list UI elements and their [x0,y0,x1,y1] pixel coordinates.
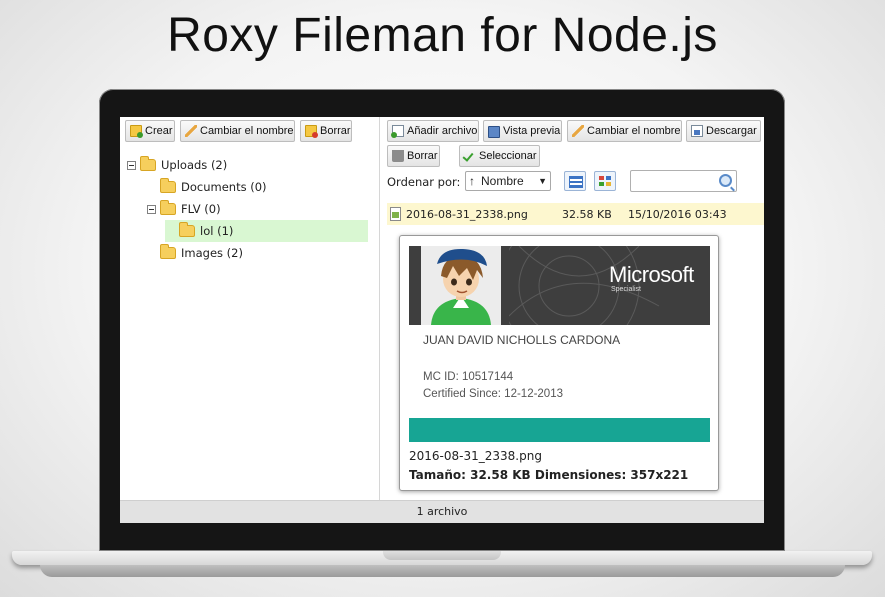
select-button[interactable]: Seleccionar [459,145,540,167]
add-file-button[interactable]: Añadir archivo [387,120,479,142]
laptop-base-shadow [40,565,845,577]
file-name: 2016-08-31_2338.png [406,207,528,221]
download-label: Descargar [706,125,757,137]
search-icon[interactable] [719,174,732,187]
file-size: 32.58 KB [562,207,612,221]
certificate-banner: Microsoft Specialist [409,246,710,325]
pencil-icon [185,125,197,137]
sort-label: Ordenar por: [387,175,461,189]
download-icon [691,125,703,137]
tree-item-label: FLV (0) [181,202,221,216]
collapse-icon[interactable] [147,204,156,214]
tree-item-label: Documents (0) [181,180,267,194]
status-bar: 1 archivo [120,500,764,523]
thumbnail-view-button[interactable] [594,171,616,191]
tree-item-label: Uploads (2) [161,158,228,172]
file-pane: Añadir archivo Vista previa Cambiar el n… [381,117,764,500]
folder-icon [140,156,156,171]
preview-file-info: Tamaño: 32.58 KB Dimensiones: 357x221 [409,468,689,482]
file-preview-tooltip: Microsoft Specialist JUAN DAVID NICHOLLS… [399,235,719,491]
certificate-brand-sub: Specialist [611,286,641,293]
trash-icon [392,150,404,162]
folder-icon [160,200,176,215]
preview-button[interactable]: Vista previa [483,120,562,142]
create-folder-label: Crear [145,125,173,137]
certificate-since: Certified Since: 12-12-2013 [423,388,563,400]
image-file-icon [390,207,401,221]
collapse-icon[interactable] [127,160,136,170]
preview-image: Microsoft Specialist JUAN DAVID NICHOLLS… [409,246,710,446]
check-icon [464,150,476,162]
file-date: 15/10/2016 03:43 [628,207,727,221]
sort-direction-icon: ↑ [469,174,475,188]
folder-icon [160,244,176,259]
certificate-id: MC ID: 10517144 [423,371,514,383]
delete-folder-label: Borrar [320,125,351,137]
avatar [421,246,501,325]
delete-folder-button[interactable]: Borrar [300,120,352,142]
rename-folder-button[interactable]: Cambiar el nombre [180,120,295,142]
folder-icon [179,222,195,237]
tree-item-documents[interactable]: Documents (0) [160,176,267,198]
file-row[interactable]: 2016-08-31_2338.png 32.58 KB 15/10/2016 … [387,203,764,225]
preview-file-name: 2016-08-31_2338.png [409,449,542,463]
file-add-icon [391,125,404,138]
laptop-notch [383,551,501,560]
rename-folder-label: Cambiar el nombre [200,125,294,137]
add-file-label: Añadir archivo [407,125,478,137]
delete-file-button[interactable]: Borrar [387,145,440,167]
file-manager-window: Crear Cambiar el nombre Borrar Uploads (… [120,117,764,523]
tree-item-uploads[interactable]: Uploads (2) [127,154,227,176]
dropdown-arrow-icon: ▼ [538,176,547,186]
search-input[interactable] [630,170,737,192]
folder-delete-icon [305,125,318,138]
download-button[interactable]: Descargar [686,120,761,142]
tree-item-flv[interactable]: FLV (0) [147,198,221,220]
rename-file-button[interactable]: Cambiar el nombre [567,120,682,142]
certificate-footer-bar [409,418,710,442]
rename-file-label: Cambiar el nombre [587,125,681,137]
monitor-icon [488,125,500,138]
tree-item-label: lol (1) [200,224,234,238]
folder-pane: Crear Cambiar el nombre Borrar Uploads (… [120,117,380,500]
tree-item-label: Images (2) [181,246,243,260]
certificate-brand: Microsoft [609,262,694,287]
delete-file-label: Borrar [407,150,438,162]
pencil-icon [572,125,584,137]
sort-select[interactable]: ↑ Nombre ▼ [465,171,551,191]
tree-item-images[interactable]: Images (2) [160,242,243,264]
tree-item-lol[interactable]: lol (1) [165,220,368,242]
list-view-button[interactable] [564,171,586,191]
page-title: Roxy Fileman for Node.js [167,9,718,62]
select-label: Seleccionar [479,150,537,162]
certificate-holder-name: JUAN DAVID NICHOLLS CARDONA [423,333,621,347]
folder-add-icon [130,125,143,138]
sort-selected-value: Nombre [481,174,524,188]
create-folder-button[interactable]: Crear [125,120,175,142]
preview-label: Vista previa [503,125,561,137]
folder-icon [160,178,176,193]
